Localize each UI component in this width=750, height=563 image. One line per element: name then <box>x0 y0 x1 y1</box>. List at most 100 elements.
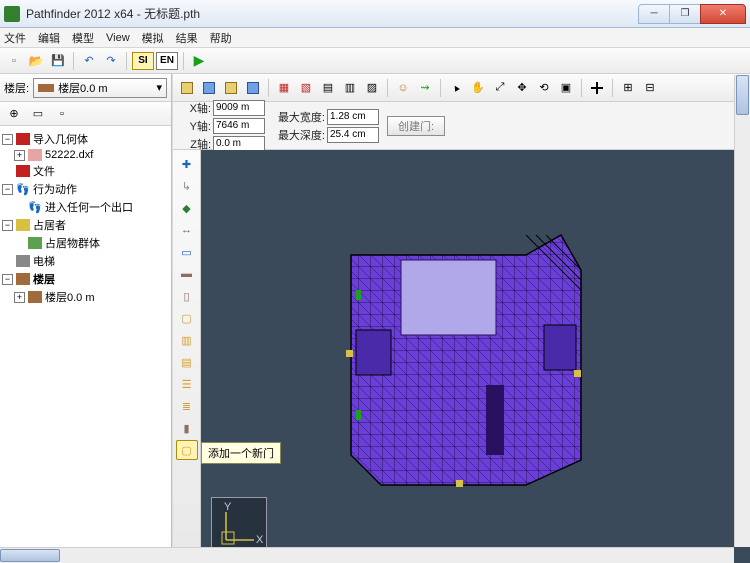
twisty-icon[interactable]: − <box>2 274 13 285</box>
menu-file[interactable]: 文件 <box>4 30 26 46</box>
viewport-hscroll[interactable] <box>0 547 734 563</box>
unit-si-toggle[interactable]: SI <box>132 52 154 70</box>
separator <box>440 79 441 97</box>
separator <box>126 52 127 70</box>
width-input[interactable] <box>327 109 379 125</box>
svg-text:X: X <box>256 534 264 546</box>
floors-icon <box>16 273 30 285</box>
pan-icon[interactable] <box>468 78 488 98</box>
model-tree: −导入几何体 +52222.dxf 文件 −👣行为动作 👣进入任何一个出口 −占… <box>0 126 171 547</box>
tool-room-icon[interactable]: ▯ <box>176 286 198 306</box>
unit-en-toggle[interactable]: EN <box>156 52 178 70</box>
floor-value: 楼层0.0 m <box>58 83 108 95</box>
orbit-icon[interactable] <box>534 78 554 98</box>
tool-link-icon[interactable]: ↔ <box>176 220 198 240</box>
path-icon[interactable]: ⇝ <box>415 78 435 98</box>
view-3d-icon[interactable] <box>177 78 197 98</box>
tree-node-dxf: +52222.dxf <box>2 148 169 162</box>
window-buttons: ─ ❐ ✕ <box>639 4 746 24</box>
side-toolbar: ✚ ↳ ◆ ↔ ▭ ▬ ▯ ▢ ▥ ▤ ☰ ≣ ▮ ▢ 添加一个新门 <box>173 150 201 563</box>
shade-icon[interactable]: ▧ <box>296 78 316 98</box>
save-icon[interactable] <box>48 51 68 71</box>
occupant-icon[interactable]: ☺ <box>393 78 413 98</box>
right-panel: ▦ ▧ ▤ ▥ ▨ ☺ ⇝ ✥ ▣ ⊞ ⊟ X轴: Y轴: Z轴: <box>172 74 750 563</box>
tree-node-elevator: 电梯 <box>2 252 169 270</box>
menu-results[interactable]: 结果 <box>176 30 198 46</box>
tool-door-icon[interactable]: ▢ <box>176 440 198 460</box>
floor-icon <box>28 291 42 303</box>
minimize-button[interactable]: ─ <box>638 4 670 24</box>
separator <box>183 52 184 70</box>
tool-wall2-icon[interactable]: ▤ <box>176 352 198 372</box>
tool-elevator-icon[interactable]: ▮ <box>176 418 198 438</box>
tool-wall-icon[interactable]: ▥ <box>176 330 198 350</box>
separator <box>387 79 388 97</box>
tool-arrow-icon[interactable]: ↳ <box>176 176 198 196</box>
grid3-icon[interactable]: ⊟ <box>640 78 660 98</box>
create-door-button[interactable]: 创建门: <box>387 116 445 136</box>
zoom-icon[interactable] <box>490 78 510 98</box>
separator <box>612 79 613 97</box>
redo-icon[interactable] <box>101 51 121 71</box>
menu-model[interactable]: 模型 <box>72 30 94 46</box>
snap-icon[interactable] <box>587 78 607 98</box>
svg-text:Y: Y <box>224 501 232 513</box>
chevron-down-icon: ▾ <box>156 81 162 94</box>
twisty-icon[interactable]: + <box>14 292 25 303</box>
y-input[interactable] <box>213 118 265 134</box>
separator <box>73 52 74 70</box>
viewport[interactable]: Y X <box>201 150 750 563</box>
menu-help[interactable]: 帮助 <box>210 30 232 46</box>
menu-view[interactable]: View <box>106 32 130 44</box>
tool-add-occupant-icon[interactable]: ✚ <box>176 154 198 174</box>
wire-icon[interactable]: ▦ <box>274 78 294 98</box>
layer-icon[interactable]: ▨ <box>362 78 382 98</box>
select-icon[interactable] <box>446 78 466 98</box>
mesh-icon[interactable]: ▤ <box>318 78 338 98</box>
tree-node-occupant-group: 占居物群体 <box>2 234 169 252</box>
menu-edit[interactable]: 编辑 <box>38 30 60 46</box>
tool-region-icon[interactable]: ▭ <box>176 242 198 262</box>
x-input[interactable] <box>213 100 265 116</box>
twisty-icon[interactable]: − <box>2 220 13 231</box>
tool-node-icon[interactable]: ◆ <box>176 198 198 218</box>
menubar: 文件 编辑 模型 View 模拟 结果 帮助 <box>0 28 750 48</box>
maximize-button[interactable]: ❐ <box>669 4 701 24</box>
folder-icon <box>16 165 30 177</box>
undo-icon[interactable] <box>79 51 99 71</box>
tree-node-files: 文件 <box>2 162 169 180</box>
tool-box-icon[interactable]: ▢ <box>176 308 198 328</box>
twisty-icon[interactable]: − <box>2 184 13 195</box>
tree-node-import: −导入几何体 <box>2 130 169 148</box>
tool-floor-icon[interactable]: ▬ <box>176 264 198 284</box>
move-icon[interactable]: ✥ <box>512 78 532 98</box>
view-toolbar: ▦ ▧ ▤ ▥ ▨ ☺ ⇝ ✥ ▣ ⊞ ⊟ <box>173 74 750 102</box>
floor-label: 楼层: <box>4 80 29 96</box>
dxf-icon <box>28 149 42 161</box>
close-button[interactable]: ✕ <box>700 4 746 24</box>
twisty-icon[interactable]: + <box>14 150 25 161</box>
tree-expand-icon[interactable]: ⊕ <box>4 104 24 124</box>
menu-sim[interactable]: 模拟 <box>142 30 164 46</box>
depth-input[interactable] <box>327 127 379 143</box>
tree-node-occupants: −占居者 <box>2 216 169 234</box>
open-icon[interactable] <box>26 51 46 71</box>
grid-icon[interactable]: ▥ <box>340 78 360 98</box>
window-title: Pathfinder 2012 x64 - 无标题.pth <box>26 5 639 22</box>
view-side-icon[interactable] <box>243 78 263 98</box>
tree-option-icon[interactable]: ▫ <box>52 104 72 124</box>
view-top-icon[interactable] <box>199 78 219 98</box>
view-front-icon[interactable] <box>221 78 241 98</box>
grid2-icon[interactable]: ⊞ <box>618 78 638 98</box>
new-icon[interactable] <box>4 51 24 71</box>
tool-stair2-icon[interactable]: ≣ <box>176 396 198 416</box>
run-icon[interactable]: ▶ <box>189 51 209 71</box>
tree-collapse-icon[interactable]: ▭ <box>28 104 48 124</box>
tool-stair-icon[interactable]: ☰ <box>176 374 198 394</box>
fit-icon[interactable]: ▣ <box>556 78 576 98</box>
twisty-icon[interactable]: − <box>2 134 13 145</box>
viewport-vscroll[interactable] <box>734 75 750 547</box>
axis-gizmo[interactable]: Y X <box>211 497 267 553</box>
floor-combo[interactable]: 楼层0.0 m ▾ <box>33 78 167 98</box>
params-bar: X轴: Y轴: Z轴: 最大宽度: 最大深度: 创建门: <box>173 102 750 150</box>
